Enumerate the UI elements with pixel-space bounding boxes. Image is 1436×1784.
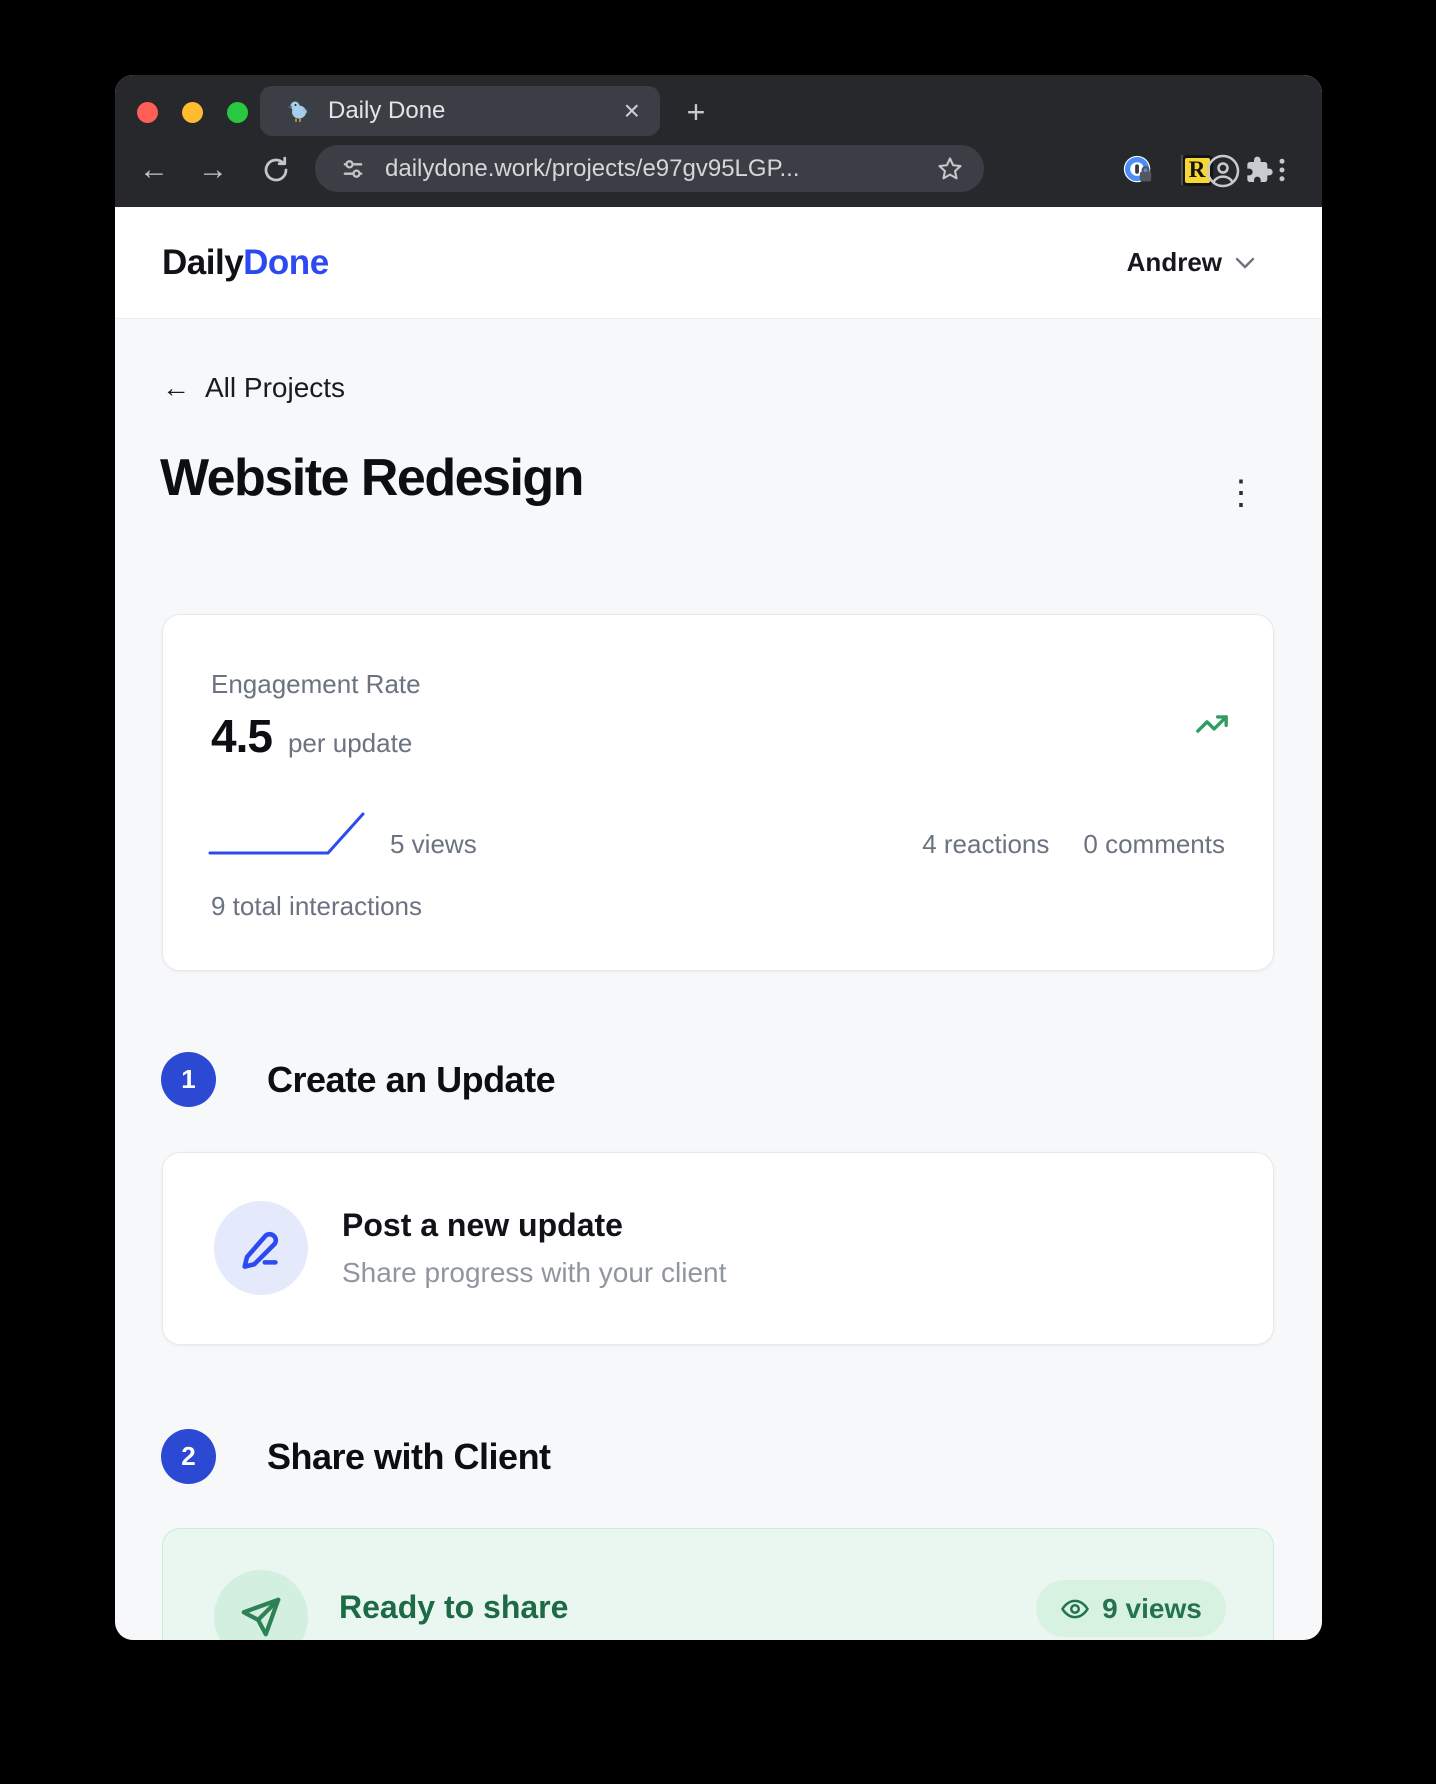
step-1-header: 1 Create an Update — [161, 1052, 556, 1107]
bookmark-star-icon[interactable] — [936, 155, 964, 183]
back-link-label: All Projects — [205, 372, 346, 403]
reactions-stat: 4 reactions — [922, 829, 1050, 859]
left-arrow-icon: ← — [162, 372, 190, 403]
site-settings-icon[interactable] — [339, 155, 367, 183]
browser-menu-icon[interactable] — [1263, 151, 1301, 189]
url-bar[interactable]: dailydone.work/projects/e97gv95LGP... — [315, 145, 984, 192]
post-update-card[interactable]: Post a new update Share progress with yo… — [162, 1152, 1274, 1345]
chevron-down-icon — [1235, 257, 1255, 269]
post-update-subtitle: Share progress with your client — [342, 1257, 727, 1288]
views-badge-label: 9 views — [1102, 1592, 1202, 1624]
step-2-title: Share with Client — [267, 1435, 551, 1477]
dodo-favicon-icon — [287, 101, 307, 122]
tab-close-icon[interactable]: × — [624, 97, 640, 125]
send-icon — [214, 1570, 308, 1640]
dailydone-logo[interactable]: DailyDone — [162, 243, 329, 283]
new-tab-button[interactable]: + — [675, 91, 717, 133]
user-name: Andrew — [1126, 247, 1222, 277]
engagement-rate-value: 4.5 — [211, 710, 273, 762]
ready-to-share-title: Ready to share — [339, 1589, 569, 1625]
comments-stat: 0 comments — [1083, 829, 1225, 859]
browser-chrome: Daily Done × + ← → dailydone.work/projec… — [115, 75, 1322, 207]
window-minimize-button[interactable] — [182, 102, 203, 123]
eye-icon — [1061, 1599, 1090, 1618]
toolbar-divider — [1181, 155, 1183, 185]
step-1-number-badge: 1 — [161, 1052, 216, 1107]
project-menu-icon[interactable]: ⋮ — [1223, 473, 1259, 513]
screenshot-stage: Daily Done × + ← → dailydone.work/projec… — [0, 0, 1436, 1784]
step-2-header: 2 Share with Client — [161, 1429, 551, 1484]
password-manager-extension-icon[interactable] — [1121, 153, 1155, 187]
page-title: Website Redesign — [160, 449, 584, 507]
back-icon[interactable]: ← — [135, 151, 173, 189]
url-text[interactable]: dailydone.work/projects/e97gv95LGP... — [385, 155, 936, 183]
browser-window: Daily Done × + ← → dailydone.work/projec… — [115, 75, 1322, 1640]
window-close-button[interactable] — [137, 102, 158, 123]
step-1-title: Create an Update — [267, 1058, 556, 1100]
pencil-icon — [214, 1201, 308, 1295]
profile-avatar-icon[interactable] — [1203, 151, 1243, 191]
reload-icon[interactable] — [257, 151, 295, 189]
views-stat: 5 views — [390, 829, 477, 859]
tab-title: Daily Done — [328, 97, 446, 124]
browser-tab[interactable]: Daily Done × — [260, 86, 660, 136]
window-zoom-button[interactable] — [227, 102, 248, 123]
trending-up-icon — [1195, 707, 1229, 746]
views-badge: 9 views — [1036, 1580, 1226, 1637]
app-header: DailyDone Andrew — [115, 207, 1322, 319]
total-interactions-stat: 9 total interactions — [211, 891, 423, 921]
forward-icon[interactable]: → — [194, 151, 232, 189]
user-menu[interactable]: Andrew — [1127, 247, 1256, 278]
ready-to-share-card[interactable]: Ready to share 9 views — [162, 1528, 1274, 1640]
engagement-card: Engagement Rate 4.5 per update 5 views 4… — [162, 614, 1274, 971]
engagement-rate-suffix: per update — [287, 728, 413, 758]
step-2-number-badge: 2 — [161, 1429, 216, 1484]
engagement-label: Engagement Rate — [211, 669, 421, 699]
views-sparkline — [207, 807, 369, 862]
back-to-projects-link[interactable]: ← All Projects — [162, 372, 345, 404]
post-update-title: Post a new update — [342, 1207, 623, 1243]
